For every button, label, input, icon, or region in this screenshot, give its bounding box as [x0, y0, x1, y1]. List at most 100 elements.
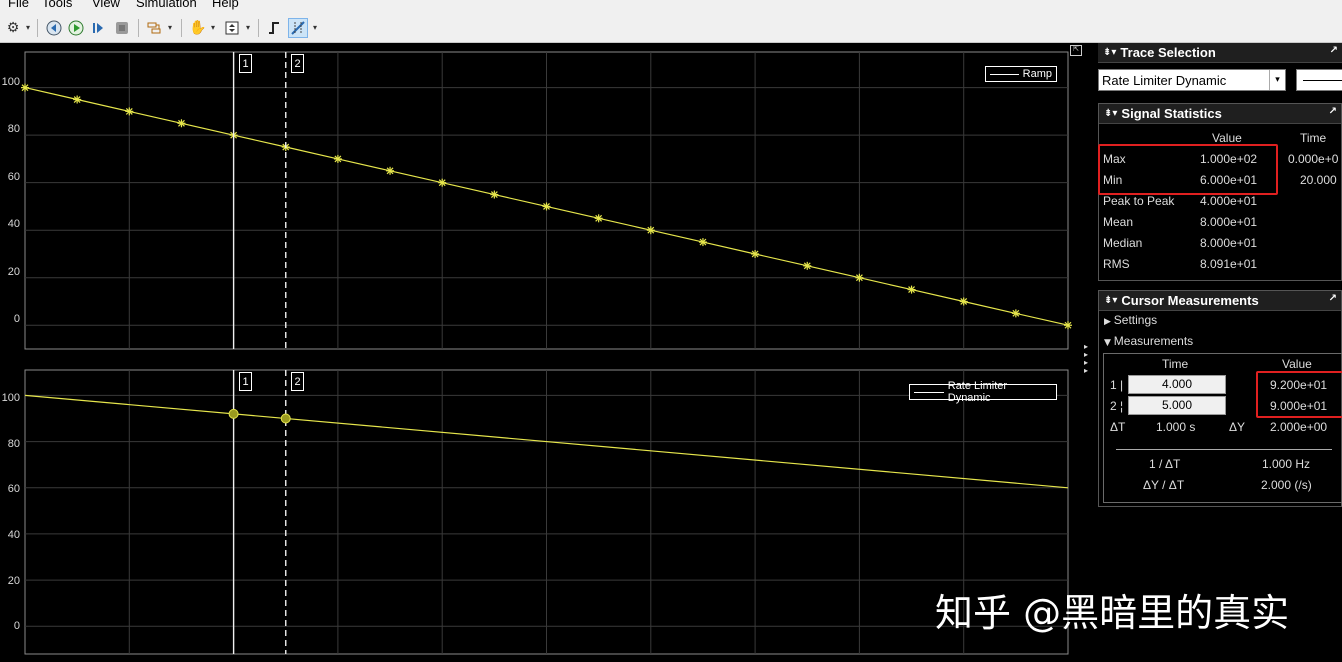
scope-plots-svg: [21, 51, 1072, 655]
data-cursors-icon[interactable]: [288, 18, 308, 38]
trace-select-value: Rate Limiter Dynamic: [1102, 73, 1227, 88]
legend-swatch: [990, 69, 1019, 79]
cursor-1-time-input[interactable]: 4.000: [1128, 375, 1226, 394]
divider: [1116, 449, 1332, 450]
chevron-down-icon[interactable]: ▾: [168, 23, 172, 32]
cursor-1-tag[interactable]: 1: [239, 372, 252, 391]
y-tick-label: 20: [7, 575, 20, 587]
inv-delta-t-value: 1.000 Hz: [1262, 457, 1311, 471]
data-point: [803, 261, 812, 270]
data-point: [490, 190, 499, 199]
plot-rate-limiter[interactable]: [24, 369, 1069, 655]
step-forward-icon[interactable]: [88, 18, 108, 38]
chevron-down-icon[interactable]: ▾: [1269, 70, 1285, 90]
data-point: [1064, 321, 1072, 330]
legend-label: Rate Limiter Dynamic: [947, 380, 1008, 404]
cursor-measurements-header[interactable]: ⇟▾ Cursor Measurements ↗: [1099, 291, 1341, 311]
pan-icon[interactable]: ✋: [188, 18, 208, 38]
settings-label: Settings: [1113, 313, 1158, 327]
settings-expander[interactable]: ▶ Settings: [1104, 313, 1157, 327]
y-tick-label: 0: [13, 313, 20, 325]
chevron-down-icon[interactable]: ▾: [26, 23, 30, 32]
cursor-2-time-input[interactable]: 5.000: [1128, 396, 1226, 415]
chevron-down-icon[interactable]: ▾: [313, 23, 317, 32]
trigger-icon[interactable]: [264, 18, 284, 38]
toolbar-separator: [37, 19, 38, 37]
delta-t-value: 1.000 s: [1156, 420, 1196, 434]
legend-ramp[interactable]: Ramp: [985, 66, 1057, 82]
expand-icon[interactable]: ⇱: [1070, 45, 1082, 56]
stats-col-value: Value: [1212, 131, 1242, 145]
toolbar-separator: [138, 19, 139, 37]
stat-value: 4.000e+01: [1200, 194, 1258, 208]
data-point: [855, 273, 864, 282]
meas-col-value: Value: [1282, 357, 1312, 371]
chevron-down-icon: ▼: [1104, 338, 1114, 348]
trace-line-style-swatch[interactable]: [1296, 69, 1342, 91]
trace-selection-header[interactable]: ⇟▾ Trace Selection ↗: [1098, 43, 1342, 63]
watermark: 知乎 @黑暗里的真实: [935, 591, 1290, 635]
trace-selection-panel: ⇟▾ Trace Selection ↗ Rate Limiter Dynami…: [1098, 43, 1342, 99]
menu-file[interactable]: File: [8, 0, 29, 10]
inv-delta-t-label: 1 / ΔT: [1149, 457, 1181, 471]
signal-statistics-header[interactable]: ⇟▾ Signal Statistics ↗: [1099, 104, 1341, 124]
stat-value: 8.091e+01: [1200, 257, 1258, 271]
slope-label: ΔY / ΔT: [1143, 478, 1185, 492]
slope-value: 2.000 (/s): [1261, 478, 1312, 492]
data-point: [333, 154, 342, 163]
data-point: [959, 297, 968, 306]
stats-col-time: Time: [1300, 131, 1327, 145]
signal-select-icon[interactable]: [144, 18, 164, 38]
highlight-box: [1098, 144, 1278, 195]
chevron-right-icon: ▶: [1104, 317, 1114, 327]
zoom-icon[interactable]: [222, 18, 242, 38]
menu-view[interactable]: View: [92, 0, 120, 10]
toolbar-separator: [258, 19, 259, 37]
chevron-down-icon[interactable]: ▾: [246, 23, 250, 32]
y-tick-label: 100: [1, 76, 20, 88]
cursor-2-tag[interactable]: 2: [291, 372, 304, 391]
delta-y-value: 2.000e+00: [1270, 420, 1328, 434]
toolbar-separator: [181, 19, 182, 37]
data-point: [1011, 309, 1020, 318]
chevron-down-icon[interactable]: ▾: [211, 23, 215, 32]
collapse-panel-icon[interactable]: ▸ ▸ ▸ ▸: [1084, 343, 1090, 375]
stat-label: RMS: [1103, 257, 1130, 271]
undock-icon[interactable]: ↗: [1329, 106, 1337, 117]
plot-ramp[interactable]: [21, 51, 1072, 350]
stat-value: 8.000e+01: [1200, 215, 1258, 229]
menu-help[interactable]: Help: [212, 0, 239, 10]
y-tick-label: 0: [13, 620, 20, 632]
pin-icon[interactable]: ⇟▾: [1104, 108, 1117, 119]
trace-selection-title: Trace Selection: [1120, 45, 1216, 60]
data-point: [907, 285, 916, 294]
run-icon[interactable]: [66, 18, 86, 38]
cursor-1-tag[interactable]: 1: [239, 54, 252, 73]
cursor-2-label: 2 ¦: [1110, 399, 1124, 413]
data-point: [21, 83, 29, 92]
undock-icon[interactable]: ↗: [1329, 293, 1337, 304]
delta-t-label: ΔT: [1110, 420, 1126, 434]
undock-icon[interactable]: ↗: [1330, 45, 1338, 56]
rewind-icon[interactable]: [44, 18, 64, 38]
legend-rate-limiter[interactable]: Rate Limiter Dynamic: [909, 380, 1057, 404]
y-tick-label: 40: [7, 529, 20, 541]
trace-select-dropdown[interactable]: Rate Limiter Dynamic ▾: [1098, 69, 1286, 91]
y-tick-label: 80: [7, 438, 20, 450]
legend-swatch: [914, 387, 944, 397]
data-point: [646, 226, 655, 235]
data-point: [73, 95, 82, 104]
y-tick-label: 60: [7, 171, 20, 183]
menu-simulation[interactable]: Simulation: [136, 0, 197, 10]
cursor-2-tag[interactable]: 2: [291, 54, 304, 73]
highlight-box: [1256, 371, 1342, 418]
y-tick-label: 60: [7, 483, 20, 495]
settings-icon[interactable]: ⚙: [3, 18, 23, 38]
stop-icon[interactable]: [112, 18, 132, 38]
menu-tools[interactable]: Tools: [42, 0, 72, 10]
pin-icon[interactable]: ⇟▾: [1104, 295, 1117, 306]
pin-icon[interactable]: ⇟▾: [1103, 47, 1116, 58]
measurements-expander[interactable]: ▼ Measurements: [1104, 334, 1193, 348]
stat-label: Mean: [1103, 215, 1134, 229]
y-tick-label: 20: [7, 266, 20, 278]
